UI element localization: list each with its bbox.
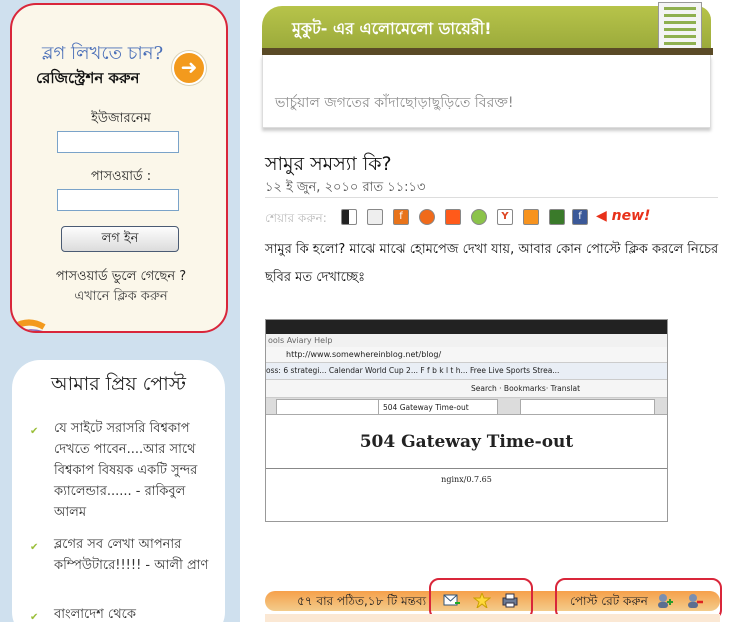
decorative-swirl-icon xyxy=(12,319,46,331)
register-link[interactable]: রেজিস্ট্রেশন করুন xyxy=(36,67,139,92)
post-stats[interactable]: ৫৭ বার পঠিত,১৮ টি মন্তব্য xyxy=(297,593,426,613)
share-label: শেয়ার করুন: xyxy=(265,211,327,225)
username-label: ইউজারনেম xyxy=(91,111,151,126)
screenshot-error-title: 504 Gateway Time-out xyxy=(359,432,574,452)
favorite-posts-title: আমার প্রিয় পোস্ট xyxy=(51,373,186,395)
username-input[interactable] xyxy=(57,131,179,153)
blog-banner: মুকুট- এর এলোমেলো ডায়েরী! xyxy=(262,6,711,52)
login-button[interactable]: লগ ইন xyxy=(61,226,179,252)
favorite-posts-panel: আমার প্রিয় পোস্ট ✔ যে সাইটে সরাসরি বিশ্… xyxy=(12,360,225,640)
screenshot-address-text: http://www.somewhereinblog.net/blog/ xyxy=(266,347,667,363)
google-buzz-share-icon[interactable] xyxy=(471,209,487,225)
screenshot-menu-text: ools Aviary Help xyxy=(266,334,667,347)
login-panel: ব্লগ লিখতে চান? রেজিস্ট্রেশন করুন ➜ ইউজা… xyxy=(10,3,228,333)
notebook-icon xyxy=(658,2,702,52)
blog-description-box: ভার্চুয়াল জগতের কাঁদাছোড়াছুড়িতে বিরক্… xyxy=(262,55,711,128)
footer-strip xyxy=(265,614,720,622)
register-arrow-button[interactable]: ➜ xyxy=(172,51,206,85)
facebook-share-icon[interactable]: f xyxy=(572,209,588,225)
check-icon: ✔ xyxy=(30,612,39,623)
embedded-screenshot-image: ools Aviary Help http://www.somewhereinb… xyxy=(265,319,668,522)
password-label: পাসওয়ার্ড : xyxy=(90,169,152,184)
rss-share-icon[interactable] xyxy=(523,209,539,225)
post-date: ১২ ই জুন, ২০১০ রাত ১১:১৩ xyxy=(265,180,426,195)
screenshot-toolbar-text: Search · Bookmarks· Translat xyxy=(266,380,667,398)
screenshot-active-tab: 504 Gateway Time-out xyxy=(378,399,498,414)
banner-divider xyxy=(262,48,713,55)
new-badge: ◀ new! xyxy=(596,208,651,224)
blog-tagline: ভার্চুয়াল জগতের কাঁদাছোড়াছুড়িতে বিরক্… xyxy=(275,95,514,111)
stumbleupon-share-icon[interactable] xyxy=(419,209,435,225)
divider xyxy=(265,197,718,198)
favorite-star-icon[interactable] xyxy=(473,593,491,608)
rate-down-icon[interactable] xyxy=(686,593,704,608)
screenshot-bookmarks-text: oss: 6 strategi... Calendar World Cup 2.… xyxy=(266,363,667,380)
friendfeed-share-icon[interactable]: f xyxy=(393,209,409,225)
yahoo-share-icon[interactable]: Y xyxy=(497,209,513,225)
delicious-share-icon[interactable] xyxy=(341,209,357,225)
rate-up-icon[interactable] xyxy=(656,593,674,608)
blogger-share-icon[interactable] xyxy=(549,209,565,225)
favorite-post-item[interactable]: যে সাইটে সরাসরি বিশ্বকাপ দেখতে পাবেন....… xyxy=(54,418,214,523)
digg-share-icon[interactable] xyxy=(367,209,383,225)
screenshot-server-text: nginx/0.7.65 xyxy=(441,475,492,484)
password-input[interactable] xyxy=(57,189,179,211)
check-icon: ✔ xyxy=(30,426,39,437)
favorite-post-item[interactable]: ব্লগের সব লেখা আপনার কম্পিউটারে!!!!! - আ… xyxy=(54,534,214,576)
screenshot-tabstrip: 504 Gateway Time-out xyxy=(266,398,667,415)
post-body: সামুর কি হলো? মাঝে মাঝে হোমপেজ দেখা যায়… xyxy=(265,242,719,285)
blog-title[interactable]: মুকুট- এর এলোমেলো ডায়েরী! xyxy=(292,16,492,43)
check-icon: ✔ xyxy=(30,542,39,553)
print-icon[interactable] xyxy=(501,593,519,608)
login-title: ব্লগ লিখতে চান? xyxy=(42,43,164,64)
email-send-icon[interactable] xyxy=(443,593,461,608)
forgot-password-text: পাসওয়ার্ড ভুলে গেছেন ? xyxy=(55,269,187,284)
reddit-share-icon[interactable] xyxy=(445,209,461,225)
